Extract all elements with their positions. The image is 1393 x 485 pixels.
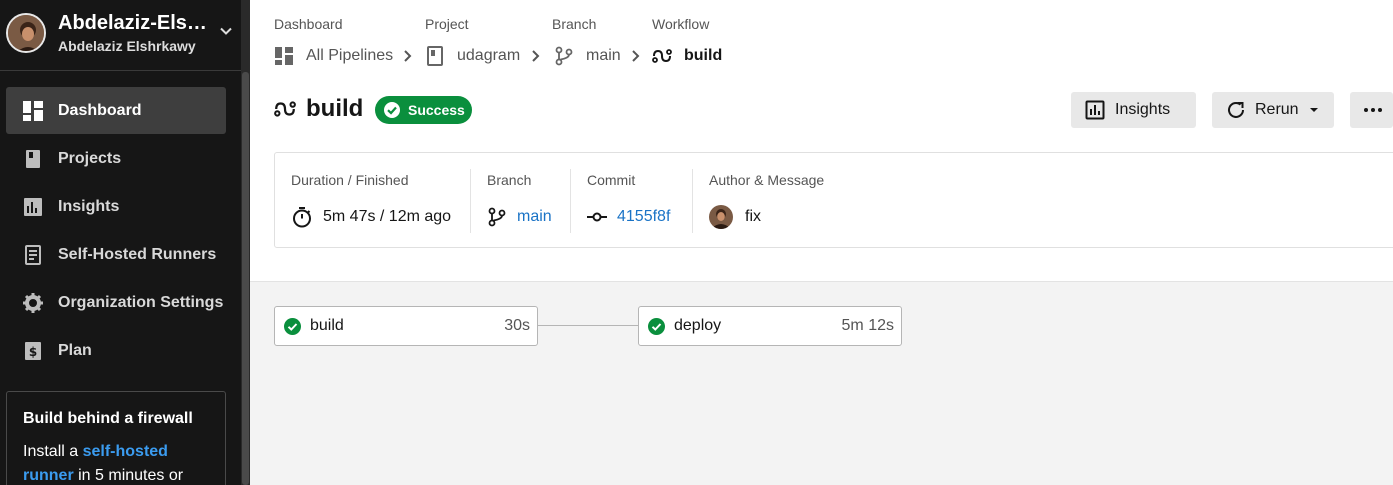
branch-link[interactable]: main: [517, 208, 552, 226]
check-circle-icon: [384, 102, 400, 118]
sidebar-item-label: Dashboard: [58, 101, 142, 119]
org-name: Abdelaziz-Els…: [58, 12, 207, 34]
sidebar: Abdelaziz-Els… Abdelaziz Elshrkawy Dashb…: [0, 0, 250, 485]
status-text: Success: [408, 102, 465, 118]
duration-column: Duration / Finished 5m 47s / 12m ago: [291, 169, 461, 233]
org-user-name: Abdelaziz Elshrkawy: [58, 38, 196, 54]
branch-column: Branch main: [487, 169, 567, 233]
breadcrumb-all-pipelines[interactable]: All Pipelines: [274, 44, 393, 68]
book-icon: [26, 150, 40, 168]
rerun-button[interactable]: Rerun: [1212, 92, 1334, 128]
chevron-right-icon: [532, 50, 540, 62]
dashboard-icon: [275, 47, 293, 65]
workflow-icon: [274, 101, 296, 117]
commit-column: Commit 4155f8f: [587, 169, 687, 233]
job-connector: [537, 325, 638, 326]
branch-value-row[interactable]: main: [487, 205, 552, 229]
commit-label: Commit: [587, 172, 636, 188]
sidebar-item-label: Organization Settings: [58, 293, 224, 311]
author-value-row: fix: [709, 205, 761, 229]
breadcrumb-branch[interactable]: main: [554, 44, 621, 68]
author-label: Author & Message: [709, 172, 825, 188]
status-badge: Success: [375, 96, 472, 124]
breadcrumb-text: udagram: [457, 47, 521, 64]
commit-message: fix: [745, 208, 761, 225]
author-column: Author & Message fix: [709, 169, 909, 233]
job-duration: 5m 12s: [841, 317, 894, 334]
sidebar-item-label: Projects: [58, 149, 122, 167]
job-name: deploy: [674, 317, 722, 334]
insights-button[interactable]: Insights: [1071, 92, 1196, 128]
chevron-right-icon: [404, 50, 412, 62]
book-icon: [427, 46, 443, 66]
sidebar-item-insights[interactable]: Insights: [6, 183, 226, 230]
divider: [470, 169, 471, 233]
breadcrumb-label-dashboard: Dashboard: [274, 16, 343, 32]
bar-chart-icon: [1085, 100, 1105, 120]
breadcrumb-label-project: Project: [425, 16, 469, 32]
breadcrumb-workflow: build: [652, 44, 722, 68]
sidebar-item-label: Insights: [58, 197, 120, 215]
breadcrumb-text: main: [586, 47, 621, 64]
promo-text-before: Install a: [23, 443, 79, 460]
sidebar-item-label: Self-Hosted Runners: [58, 245, 217, 263]
job-name: build: [310, 317, 344, 334]
sidebar-item-plan[interactable]: $ Plan: [6, 327, 226, 374]
page-title: build: [306, 95, 364, 122]
breadcrumb-text: build: [684, 47, 723, 64]
runner-icon: [25, 245, 41, 265]
dollar-icon: $: [25, 342, 41, 360]
sidebar-item-label: Plan: [58, 341, 92, 359]
bar-chart-icon: [24, 198, 42, 216]
sidebar-item-self-hosted-runners[interactable]: Self-Hosted Runners: [6, 231, 226, 278]
insights-button-label: Insights: [1115, 101, 1171, 118]
job-build[interactable]: build 30s: [274, 306, 538, 346]
commit-value-row[interactable]: 4155f8f: [587, 205, 670, 229]
org-switcher[interactable]: Abdelaziz-Els… Abdelaziz Elshrkawy: [0, 0, 250, 71]
promo-title: Build behind a firewall: [23, 410, 193, 427]
stopwatch-icon: [293, 207, 311, 228]
duration-value: 5m 47s / 12m ago: [323, 208, 452, 225]
sidebar-item-organization-settings[interactable]: Organization Settings: [6, 279, 226, 326]
org-avatar: [6, 13, 46, 53]
promo-text: Install a self-hosted runner in 5 minute…: [23, 440, 209, 485]
commit-link[interactable]: 4155f8f: [617, 208, 670, 226]
sidebar-item-projects[interactable]: Projects: [6, 135, 226, 182]
check-circle-icon: [648, 318, 665, 335]
breadcrumb-text: All Pipelines: [306, 47, 394, 64]
breadcrumb-project[interactable]: udagram: [425, 44, 520, 68]
branch-label: Branch: [487, 172, 532, 188]
breadcrumb-label-branch: Branch: [552, 16, 597, 32]
branch-icon: [555, 46, 573, 66]
self-hosted-runner-promo: Build behind a firewall Install a self-h…: [6, 391, 226, 485]
branch-icon: [488, 207, 506, 227]
main-content: Dashboard Project Branch Workflow All Pi…: [250, 0, 1393, 485]
chevron-down-icon[interactable]: [218, 23, 234, 39]
dashboard-icon: [23, 101, 43, 121]
duration-value-row: 5m 47s / 12m ago: [291, 205, 451, 229]
gear-icon: [23, 293, 43, 313]
caret-down-icon: [1309, 108, 1318, 112]
sidebar-scrollbar-thumb[interactable]: [242, 72, 249, 485]
avatar: [709, 205, 733, 229]
refresh-icon: [1228, 101, 1244, 118]
divider: [570, 169, 571, 233]
duration-label: Duration / Finished: [291, 172, 409, 188]
check-circle-icon: [284, 318, 301, 335]
divider: [692, 169, 693, 233]
rerun-button-label: Rerun: [1255, 101, 1299, 118]
chevron-right-icon: [632, 50, 640, 62]
sidebar-item-dashboard[interactable]: Dashboard: [6, 87, 226, 134]
more-horizontal-icon: [1364, 108, 1382, 112]
more-options-button[interactable]: [1350, 92, 1393, 128]
promo-text-after: in 5 minutes or: [78, 467, 184, 484]
job-duration: 30s: [504, 317, 530, 334]
workflow-header: Dashboard Project Branch Workflow All Pi…: [250, 0, 1393, 282]
commit-icon: [587, 212, 607, 222]
workflow-icon: [652, 49, 672, 63]
pipeline-details-card: Duration / Finished 5m 47s / 12m ago Bra…: [274, 152, 1393, 248]
svg-text:$: $: [29, 345, 37, 359]
job-deploy[interactable]: deploy 5m 12s: [638, 306, 902, 346]
breadcrumb-label-workflow: Workflow: [652, 16, 710, 32]
